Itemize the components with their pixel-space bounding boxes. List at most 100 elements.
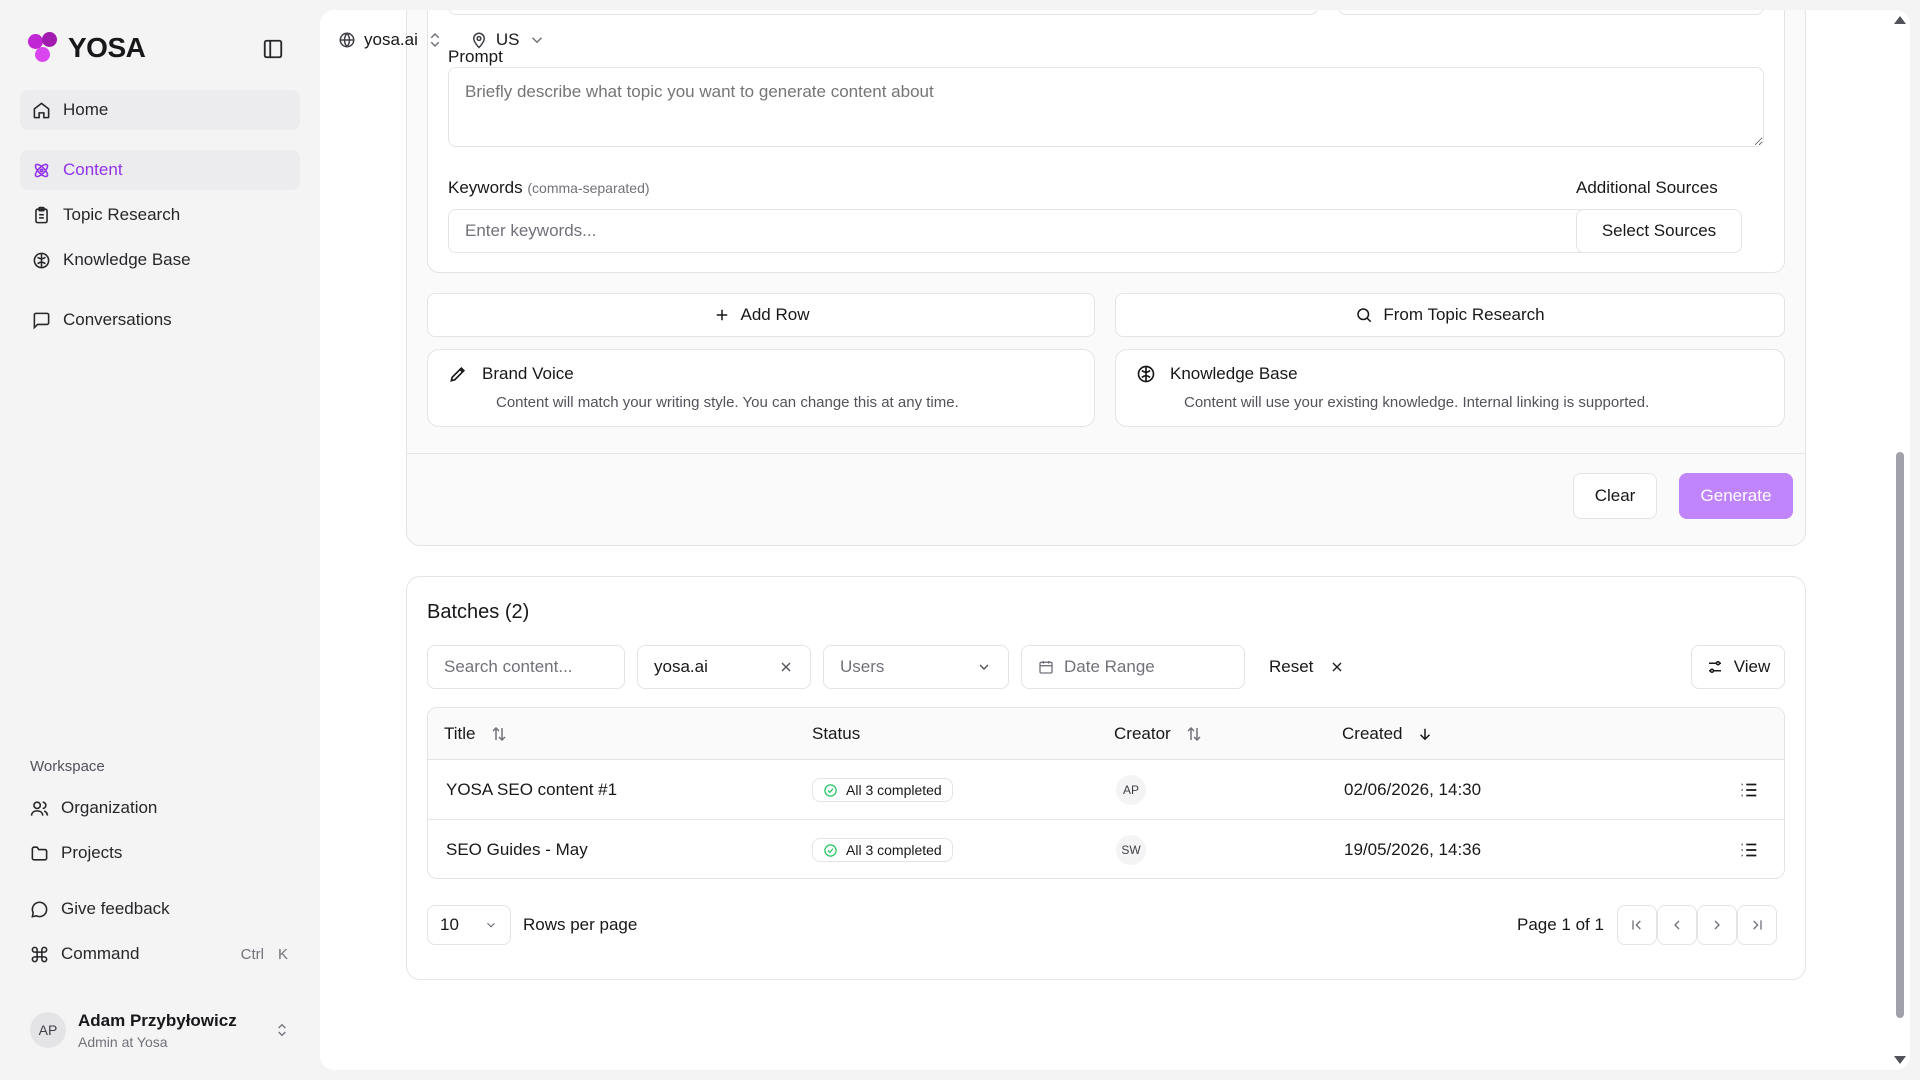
- chevron-right-icon: [1714, 920, 1720, 930]
- chevrons-right-icon: [1753, 920, 1762, 930]
- knowledge-base-title: Knowledge Base: [1170, 364, 1298, 383]
- keyboard-shortcut: Ctrl K: [241, 946, 288, 963]
- site-filter[interactable]: yosa.ai: [637, 645, 811, 689]
- select-sources-button[interactable]: Select Sources: [1576, 209, 1742, 253]
- sort-icon: [491, 726, 506, 742]
- globe-icon: [339, 32, 355, 48]
- rows-per-page-select[interactable]: 10: [427, 905, 511, 945]
- sidebar-item-conversations[interactable]: Conversations: [20, 300, 300, 340]
- sidebar: YOSA Home Content Topic Research Knowled…: [0, 0, 320, 1080]
- status-cell: All 3 completed: [812, 820, 953, 878]
- keywords-input[interactable]: Enter keywords...: [448, 209, 1588, 253]
- sidebar-item-give-feedback[interactable]: Give feedback: [20, 889, 300, 929]
- scrollbar[interactable]: [1890, 10, 1908, 1070]
- type-field-edge: [1338, 10, 1764, 15]
- row-actions[interactable]: [1738, 760, 1760, 820]
- topbar: yosa.ai US: [338, 30, 546, 50]
- date-range-filter[interactable]: Date Range: [1021, 645, 1245, 689]
- row-title[interactable]: SEO Guides - May: [446, 820, 588, 878]
- scroll-up-arrow[interactable]: [1894, 16, 1906, 24]
- date-range-placeholder: Date Range: [1064, 657, 1155, 676]
- reset-filters-button[interactable]: Reset: [1269, 645, 1345, 689]
- sidebar-item-organization[interactable]: Organization: [20, 788, 300, 828]
- knowledge-base-card[interactable]: Knowledge Base Content will use your exi…: [1115, 349, 1785, 427]
- brand-name: YOSA: [68, 32, 146, 63]
- sidebar-toggle-icon[interactable]: [262, 38, 284, 60]
- search-content-input[interactable]: Search content...: [427, 645, 625, 689]
- site-selector[interactable]: yosa.ai: [338, 30, 444, 50]
- column-title-label: Title: [444, 724, 476, 743]
- generate-button[interactable]: Generate: [1679, 473, 1793, 519]
- status-badge: All 3 completed: [812, 778, 953, 802]
- table-row[interactable]: SEO Guides - May All 3 completed SW 19/0…: [428, 820, 1784, 878]
- add-row-button[interactable]: Add Row: [427, 293, 1095, 337]
- keywords-label-text: Keywords: [448, 178, 523, 197]
- generate-form-card: Prompt Keywords (comma-separated) Additi…: [406, 10, 1806, 546]
- chevron-down-icon: [979, 664, 989, 670]
- status-cell: All 3 completed: [812, 760, 953, 820]
- users-icon: [30, 800, 49, 816]
- users-filter[interactable]: Users: [823, 645, 1009, 689]
- column-creator[interactable]: Creator: [1114, 708, 1203, 760]
- page-info: Page 1 of 1: [1517, 915, 1604, 934]
- user-menu[interactable]: AP Adam Przybyłowicz Admin at Yosa: [20, 1000, 300, 1060]
- batches-table: Title Status Creator Created YOSA SEO co…: [427, 707, 1785, 879]
- country-selector[interactable]: US: [470, 30, 546, 50]
- keywords-label: Keywords (comma-separated): [448, 178, 650, 198]
- keywords-hint: (comma-separated): [527, 180, 650, 196]
- country-code: US: [495, 30, 520, 49]
- users-filter-placeholder: Users: [840, 657, 885, 676]
- table-row[interactable]: YOSA SEO content #1 All 3 completed AP 0…: [428, 760, 1784, 820]
- sidebar-item-projects[interactable]: Projects: [20, 833, 300, 873]
- main-nav: Home Content Topic Research Knowledge Ba…: [20, 90, 300, 340]
- brand-voice-card[interactable]: Brand Voice Content will match your writ…: [427, 349, 1095, 427]
- sidebar-item-label: Home: [63, 100, 109, 119]
- pen-icon: [450, 366, 466, 382]
- check-circle-icon: [824, 843, 837, 857]
- column-creator-label: Creator: [1114, 724, 1171, 743]
- list-icon[interactable]: [1738, 839, 1760, 861]
- home-icon: [33, 101, 50, 118]
- arrow-down-icon: [1420, 728, 1431, 741]
- clear-button[interactable]: Clear: [1573, 473, 1657, 519]
- scrollbar-thumb[interactable]: [1896, 452, 1904, 1018]
- from-topic-research-button[interactable]: From Topic Research: [1115, 293, 1785, 337]
- status-text: All 3 completed: [846, 842, 942, 858]
- sidebar-item-label: Give feedback: [61, 899, 170, 918]
- close-icon[interactable]: [778, 659, 794, 675]
- chevron-left-icon: [1674, 920, 1680, 930]
- title-field-edge: [448, 10, 1318, 15]
- folder-icon: [31, 845, 48, 861]
- avatar: SW: [1116, 835, 1146, 865]
- prompt-label: Prompt: [448, 47, 503, 66]
- column-created-label: Created: [1342, 724, 1403, 743]
- row-title[interactable]: YOSA SEO content #1: [446, 760, 617, 820]
- scroll-down-arrow[interactable]: [1894, 1056, 1906, 1064]
- sidebar-item-topic-research[interactable]: Topic Research: [20, 195, 300, 235]
- brain-icon: [1137, 365, 1155, 383]
- brand-logo[interactable]: YOSA: [28, 32, 146, 64]
- sidebar-item-knowledge-base[interactable]: Knowledge Base: [20, 240, 300, 280]
- additional-sources-label: Additional Sources: [1576, 178, 1718, 197]
- column-created[interactable]: Created: [1342, 708, 1434, 760]
- sidebar-item-label: Command: [61, 944, 140, 963]
- next-page-button[interactable]: [1697, 905, 1737, 945]
- batches-title: Batches (2): [427, 601, 530, 623]
- view-options-button[interactable]: View: [1691, 645, 1785, 689]
- prev-page-button[interactable]: [1657, 905, 1697, 945]
- list-icon[interactable]: [1738, 779, 1760, 801]
- user-role: Admin at Yosa: [78, 1033, 168, 1050]
- calendar-icon: [1039, 661, 1053, 674]
- avatar: AP: [1116, 775, 1146, 805]
- column-title[interactable]: Title: [444, 708, 508, 760]
- table-header: Title Status Creator Created: [428, 708, 1784, 760]
- sidebar-item-home[interactable]: Home: [20, 90, 300, 130]
- sidebar-item-content[interactable]: Content: [20, 150, 300, 190]
- sidebar-item-command[interactable]: Command Ctrl K: [20, 934, 300, 974]
- chevron-down-icon: [487, 922, 495, 928]
- first-page-button[interactable]: [1617, 905, 1657, 945]
- prompt-textarea[interactable]: [448, 67, 1764, 147]
- yosa-logo-icon: [28, 32, 60, 64]
- row-actions[interactable]: [1738, 820, 1760, 878]
- last-page-button[interactable]: [1737, 905, 1777, 945]
